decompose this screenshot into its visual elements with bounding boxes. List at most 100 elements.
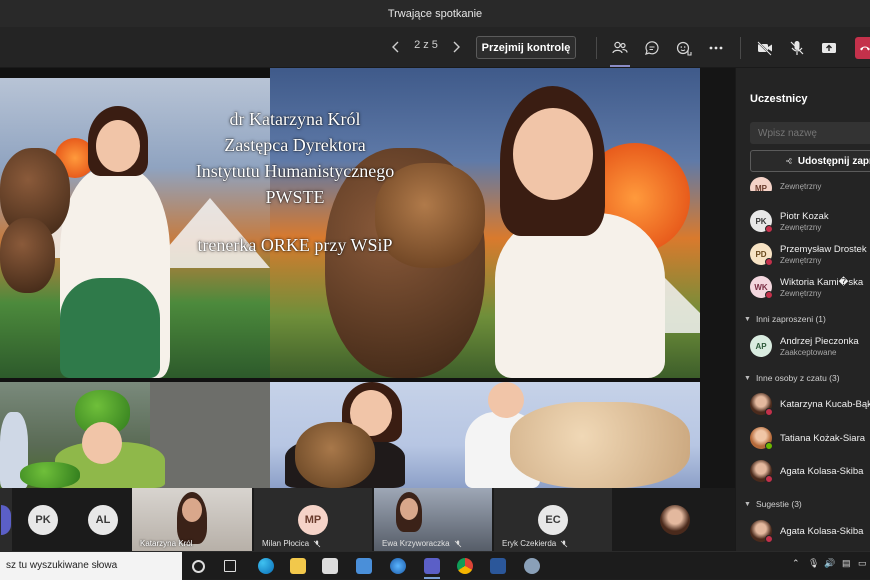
caption-line: trenerka ORKE przy WSiP — [197, 235, 393, 255]
status-indicator — [765, 408, 773, 416]
participant-name: Wiktoria Kami�ska — [780, 276, 864, 288]
page-indicator: 2 z 5 — [414, 39, 438, 51]
participant-tile[interactable]: AL — [74, 488, 132, 551]
section-title: Sugestie (3) — [755, 499, 802, 509]
participant-role: Zewnętrzny — [780, 255, 822, 265]
section-chat-toggle[interactable]: ▼ Inne osoby z czatu (3) — [744, 373, 840, 383]
avatar: PD — [750, 243, 773, 266]
share-invite-label: Udostępnij zapro — [797, 155, 870, 167]
edge-icon[interactable] — [258, 558, 274, 574]
caption-line: Zastępca Dyrektora — [224, 135, 366, 155]
participant-name: Milan Płocica — [262, 539, 310, 548]
notification-icon[interactable]: ▭ — [858, 558, 867, 569]
caption-line: Instytutu Humanistycznego — [195, 161, 395, 181]
caption-line: PWSTE — [265, 187, 325, 207]
avatar — [750, 460, 773, 483]
avatar — [750, 520, 773, 543]
phone-hangup-icon — [860, 46, 870, 51]
app-icon[interactable] — [524, 558, 540, 574]
raise-hand-icon — [676, 41, 692, 56]
browser-icon[interactable] — [390, 558, 406, 574]
more-horizontal-icon — [709, 46, 723, 50]
window-title: Trwające spotkanie — [387, 7, 483, 20]
participant-list-item[interactable]: Agata Kolasa-Skiba — [750, 516, 870, 546]
participant-list-item[interactable]: WK Wiktoria Kami�ska Zewnętrzny — [750, 272, 870, 302]
share-link-icon — [786, 158, 792, 164]
participant-list-item[interactable]: AP Andrzej Pieczonka Zaakceptowane — [750, 331, 870, 361]
previous-page-button[interactable] — [386, 37, 406, 57]
store-icon[interactable] — [322, 558, 338, 574]
chat-bubble-icon — [645, 41, 659, 55]
section-invited-toggle[interactable]: ▼ Inni zaproszeni (1) — [744, 314, 826, 324]
participant-name: Agata Kolasa-Skiba — [780, 465, 864, 477]
share-tray-icon — [822, 43, 836, 53]
participant-video-tile[interactable]: Ewa Krzyworaczka — [374, 488, 492, 551]
share-invite-button[interactable]: Udostępnij zapro — [750, 150, 870, 172]
section-suggestions-toggle[interactable]: ▼ Sugestie (3) — [744, 499, 802, 509]
taskbar-search-box[interactable]: sz tu wyszukiwane słowa — [0, 552, 182, 580]
participant-tile[interactable]: MP Milan Płocica — [254, 488, 372, 551]
word-icon[interactable] — [490, 558, 506, 574]
participant-role: Zewnętrzny — [780, 222, 822, 232]
volume-icon[interactable]: 🔊 — [824, 558, 835, 569]
chrome-icon[interactable] — [457, 558, 473, 574]
participants-button[interactable] — [609, 37, 631, 59]
more-actions-button[interactable] — [705, 37, 727, 59]
participant-tile[interactable]: PK — [14, 488, 72, 551]
avatar: AL — [88, 504, 118, 535]
participant-list-item[interactable]: Tatiana Kożak-Siara — [750, 423, 870, 453]
mic-off-icon — [560, 540, 568, 547]
participant-strip: PK AL Katarzyna Król MP Milan Płocica Ew… — [0, 488, 735, 551]
participant-search-input[interactable] — [750, 122, 870, 144]
presentation-caption: dr Katarzyna Król Zastępca Dyrektora Ins… — [150, 106, 440, 258]
participant-list-item[interactable]: MP Zewnętrzny — [750, 175, 870, 191]
participant-name: Piotr Kozak — [780, 210, 829, 222]
avatar: PK — [750, 210, 773, 233]
participant-role: Zaakceptowane — [780, 347, 837, 357]
participant-name: Eryk Czekierda — [502, 539, 557, 548]
participant-tile[interactable] — [0, 488, 12, 551]
next-page-button[interactable] — [446, 37, 466, 57]
mic-off-icon — [790, 41, 804, 55]
stage-margin — [700, 68, 735, 488]
avatar: WK — [750, 276, 773, 299]
task-view-icon[interactable] — [224, 560, 236, 572]
participant-name: Katarzyna Król — [140, 539, 193, 548]
panel-title: Uczestnicy — [750, 93, 808, 105]
status-indicator — [765, 225, 773, 233]
avatar: AP — [750, 335, 772, 357]
participant-tile[interactable] — [614, 488, 735, 551]
take-control-button[interactable]: Przejmij kontrolę — [476, 36, 576, 59]
participant-list-item[interactable]: PD Przemysław Drostek Zewnętrzny — [750, 239, 870, 269]
participant-video-tile[interactable]: Katarzyna Król — [132, 488, 252, 551]
reactions-button[interactable] — [673, 37, 695, 59]
active-tab-indicator — [610, 65, 630, 67]
mail-icon[interactable] — [356, 558, 372, 574]
avatar — [750, 393, 773, 416]
chat-button[interactable] — [641, 37, 663, 59]
network-icon[interactable]: ▤ — [842, 558, 851, 569]
chevron-left-icon — [392, 41, 399, 53]
file-explorer-icon[interactable] — [290, 558, 306, 574]
status-indicator — [765, 535, 773, 543]
camera-toggle-button[interactable] — [754, 37, 776, 59]
toolbar-divider — [740, 37, 741, 59]
mic-toggle-button[interactable] — [786, 37, 808, 59]
participant-tile[interactable]: EC Eryk Czekierda — [494, 488, 612, 551]
tray-chevron-icon[interactable]: ⌃ — [792, 558, 800, 569]
chevron-right-icon — [453, 41, 460, 53]
presentation-photo — [0, 382, 270, 488]
share-screen-button[interactable] — [818, 37, 840, 59]
cortana-icon[interactable] — [192, 560, 205, 573]
avatar: EC — [538, 504, 568, 535]
teams-icon[interactable] — [424, 558, 440, 574]
leave-button[interactable] — [855, 37, 870, 59]
mic-off-icon — [313, 540, 321, 547]
participant-list-item[interactable]: Agata Kolasa-Skiba — [750, 456, 870, 486]
participant-list-item[interactable]: PK Piotr Kozak Zewnętrzny — [750, 206, 870, 236]
microphone-tray-icon[interactable]: 🎙 — [808, 558, 819, 569]
participant-list-item[interactable]: Katarzyna Kucab-Bąk — [750, 389, 870, 419]
avatar: MP — [298, 504, 328, 535]
participant-name: Andrzej Pieczonka — [780, 335, 859, 347]
camera-off-icon — [757, 41, 772, 56]
